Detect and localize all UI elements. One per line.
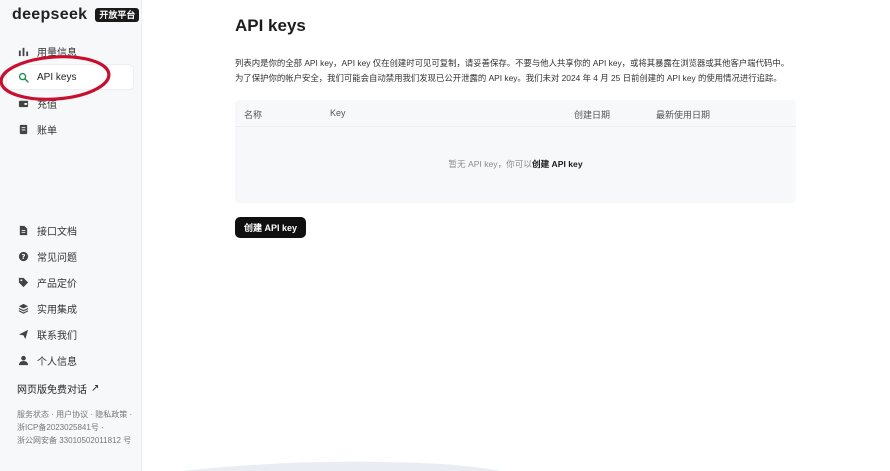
column-header-name: 名称: [244, 110, 263, 120]
receipt-icon: [18, 124, 29, 135]
table-header: 名称 Key 创建日期 最新使用日期: [235, 100, 796, 127]
sidebar-item-profile[interactable]: 个人信息: [6, 347, 134, 373]
sidebar-item-integrations[interactable]: 实用集成: [6, 295, 134, 321]
sidebar: deepseek 开放平台 用量信息 API keys 充值 账单 接口文档 ?…: [0, 0, 142, 471]
sidebar-item-label: 接口文档: [37, 226, 77, 238]
empty-state: 暂无 API key，你可以创建 API key: [235, 158, 796, 170]
send-icon: [18, 329, 29, 340]
svg-text:?: ?: [22, 252, 26, 260]
sidebar-item-usage[interactable]: 用量信息: [6, 38, 134, 64]
page-title: API keys: [235, 16, 306, 35]
sidebar-item-label: 常见问题: [37, 252, 77, 264]
free-chat-link[interactable]: 网页版免费对话 ↗: [17, 381, 99, 396]
help-icon: ?: [18, 251, 29, 262]
bottom-nav: 接口文档 ? 常见问题 产品定价 实用集成 联系我们 个人信息: [6, 217, 134, 373]
sidebar-item-label: 用量信息: [37, 47, 77, 59]
brand-name: deepseek: [12, 6, 88, 23]
sidebar-item-pricing[interactable]: 产品定价: [6, 269, 134, 295]
sidebar-item-label: API keys: [37, 71, 77, 83]
sidebar-item-label: 账单: [37, 125, 57, 137]
footer-icp: 浙ICP备2023025841号 ·: [17, 423, 104, 432]
api-keys-table: 名称 Key 创建日期 最新使用日期 暂无 API key，你可以创建 API …: [235, 100, 796, 203]
bar-chart-icon: [18, 46, 29, 57]
column-header-key: Key: [330, 108, 346, 118]
sidebar-item-api-docs[interactable]: 接口文档: [6, 217, 134, 243]
sidebar-item-contact[interactable]: 联系我们: [6, 321, 134, 347]
empty-state-text: 暂无 API key，你可以: [448, 159, 532, 169]
user-icon: [18, 355, 29, 366]
sidebar-item-api-keys[interactable]: API keys: [6, 64, 134, 90]
sidebar-footer: 服务状态 · 用户协议 · 隐私政策 · 浙ICP备2023025841号 · …: [17, 408, 132, 447]
sidebar-item-label: 实用集成: [37, 304, 77, 316]
sidebar-item-label: 充值: [37, 99, 57, 111]
search-icon: [18, 72, 29, 83]
top-nav: 用量信息 API keys 充值 账单: [6, 38, 134, 142]
free-chat-label: 网页版免费对话: [17, 385, 87, 396]
create-api-key-button[interactable]: 创建 API key: [235, 217, 307, 238]
external-link-icon: ↗: [91, 383, 100, 394]
document-icon: [18, 225, 29, 236]
column-header-last-used: 最新使用日期: [656, 110, 711, 120]
layers-icon: [18, 303, 29, 314]
sidebar-item-label: 产品定价: [37, 278, 77, 290]
page-description: 列表内是你的全部 API key，API key 仅在创建时可见可复制，请妥善保…: [235, 56, 795, 85]
bottom-decoration: [182, 461, 502, 471]
wallet-icon: [18, 98, 29, 109]
sidebar-item-label: 个人信息: [37, 356, 77, 368]
sidebar-item-faq[interactable]: ? 常见问题: [6, 243, 134, 269]
footer-links[interactable]: 服务状态 · 用户协议 · 隐私政策 ·: [17, 408, 132, 421]
brand-logo[interactable]: deepseek 开放平台: [12, 6, 140, 24]
create-key-link[interactable]: 创建 API key: [532, 159, 583, 169]
sidebar-item-billing[interactable]: 账单: [6, 116, 134, 142]
column-header-created: 创建日期: [574, 110, 611, 120]
sidebar-item-recharge[interactable]: 充值: [6, 90, 134, 116]
platform-badge: 开放平台: [95, 8, 140, 22]
footer-police-record: 浙公网安备 33010502011812 号: [17, 436, 132, 445]
price-tag-icon: [18, 277, 29, 288]
sidebar-item-label: 联系我们: [37, 330, 77, 342]
description-line: 列表内是你的全部 API key，API key 仅在创建时可见可复制，请妥善保…: [235, 58, 790, 68]
description-line: 为了保护你的帐户安全，我们可能会自动禁用我们发现已公开泄露的 API key。我…: [235, 72, 782, 83]
